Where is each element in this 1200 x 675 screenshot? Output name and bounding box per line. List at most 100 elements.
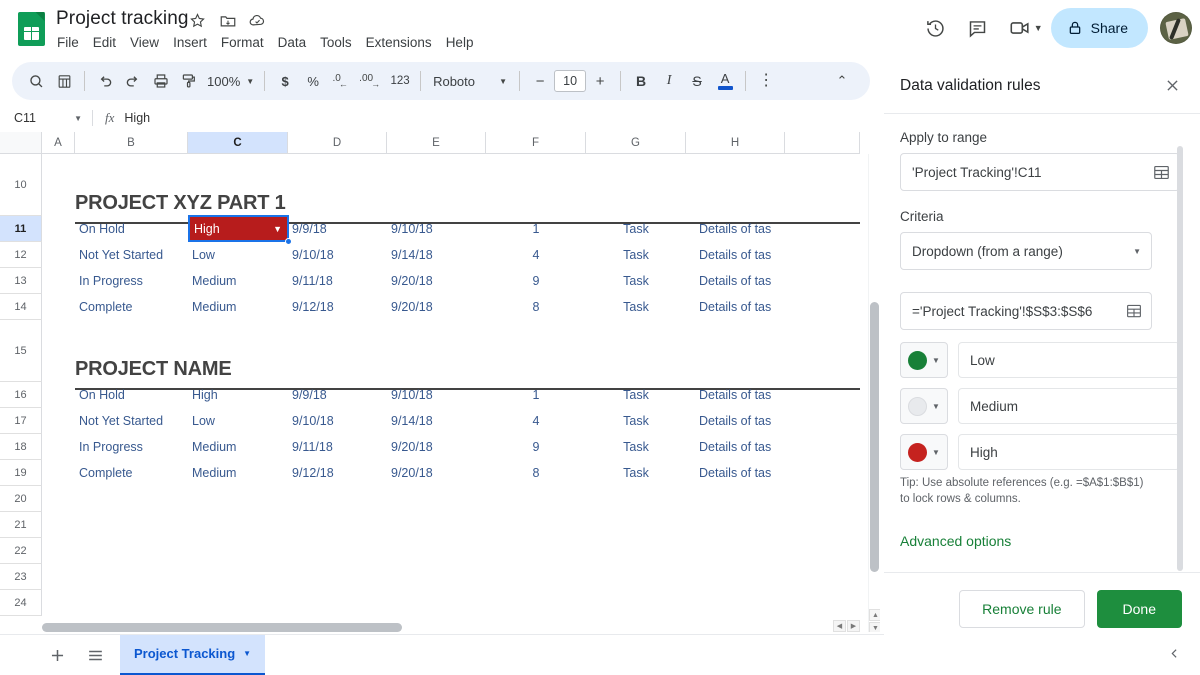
row-header-21[interactable]: 21 <box>0 512 42 538</box>
row-header-24[interactable]: 24 <box>0 590 42 616</box>
option-value-input-low[interactable]: Low <box>958 342 1180 378</box>
print-icon[interactable] <box>147 67 175 95</box>
undo-icon[interactable] <box>91 67 119 95</box>
strikethrough-button[interactable]: S <box>683 67 711 95</box>
cell-e16[interactable]: 9/10/18 <box>387 382 486 408</box>
sheet-tab-project-tracking[interactable]: Project Tracking ▼ <box>120 634 266 675</box>
cloud-saved-icon[interactable] <box>248 11 267 30</box>
row-header-13[interactable]: 13 <box>0 268 42 294</box>
cell-f18[interactable]: 9 <box>486 434 586 460</box>
menu-data[interactable]: Data <box>271 32 314 53</box>
column-header-i[interactable] <box>785 132 860 154</box>
document-title[interactable]: Project tracking <box>52 6 193 32</box>
cell-c14[interactable]: Medium <box>188 294 288 320</box>
cell-c16[interactable]: High <box>188 382 288 408</box>
table-row[interactable]: On Hold 9/9/18 9/10/18 1 Task Details of… <box>42 216 860 242</box>
column-header-d[interactable]: D <box>288 132 387 154</box>
cell-e11[interactable]: 9/10/18 <box>387 216 486 242</box>
cell-f17[interactable]: 4 <box>486 408 586 434</box>
row-header-23[interactable]: 23 <box>0 564 42 590</box>
select-data-range-icon[interactable] <box>1152 163 1171 182</box>
comment-icon[interactable] <box>958 8 998 48</box>
row-header-10[interactable]: 10 <box>0 154 42 216</box>
row-header-14[interactable]: 14 <box>0 294 42 320</box>
cell-e13[interactable]: 9/20/18 <box>387 268 486 294</box>
font-size-input[interactable]: 10 <box>554 70 587 92</box>
column-header-g[interactable]: G <box>586 132 686 154</box>
cell-d16[interactable]: 9/9/18 <box>288 382 387 408</box>
currency-format-button[interactable]: $ <box>271 67 299 95</box>
scroll-down-arrow[interactable]: ▼ <box>869 622 880 632</box>
column-header-a[interactable]: A <box>42 132 75 154</box>
cell-g18[interactable]: Task <box>586 434 686 460</box>
cell-d19[interactable]: 9/12/18 <box>288 460 387 486</box>
cell-b11[interactable]: On Hold <box>75 216 188 242</box>
paint-format-icon[interactable] <box>175 67 203 95</box>
menu-view[interactable]: View <box>123 32 166 53</box>
menu-insert[interactable]: Insert <box>166 32 214 53</box>
cell-h17[interactable]: Details of tas <box>686 408 785 434</box>
cell-f11[interactable]: 1 <box>486 216 586 242</box>
italic-button[interactable]: I <box>655 67 683 95</box>
cell-c19[interactable]: Medium <box>188 460 288 486</box>
meet-chevron-down-icon[interactable]: ▼ <box>1034 23 1043 33</box>
row-header-22[interactable]: 22 <box>0 538 42 564</box>
cell-d18[interactable]: 9/11/18 <box>288 434 387 460</box>
cell-g11[interactable]: Task <box>586 216 686 242</box>
cell-d12[interactable]: 9/10/18 <box>288 242 387 268</box>
section-title-1[interactable]: PROJECT XYZ PART 1 <box>75 192 286 215</box>
column-header-b[interactable]: B <box>75 132 188 154</box>
cell-b16[interactable]: On Hold <box>75 382 188 408</box>
more-options-icon[interactable]: ⋮ <box>752 67 780 95</box>
table-row[interactable]: In Progress Medium 9/11/18 9/20/18 9 Tas… <box>42 434 860 460</box>
selected-cell-c11[interactable]: High ▼ <box>188 215 289 242</box>
option-value-input-medium[interactable]: Medium <box>958 388 1180 424</box>
done-button[interactable]: Done <box>1096 589 1182 628</box>
search-icon[interactable] <box>22 67 50 95</box>
column-header-c[interactable]: C <box>188 132 288 154</box>
cell-g16[interactable]: Task <box>586 382 686 408</box>
collapse-toolbar-icon[interactable]: ⌃ <box>828 67 856 95</box>
apply-to-range-input[interactable]: 'Project Tracking'!C11 <box>900 153 1180 191</box>
table-row[interactable]: On Hold High 9/9/18 9/10/18 1 Task Detai… <box>42 382 860 408</box>
row-header-15[interactable]: 15 <box>0 320 42 382</box>
scroll-up-arrow[interactable]: ▲ <box>869 609 880 621</box>
all-sheets-list-icon[interactable] <box>78 638 112 672</box>
column-header-f[interactable]: F <box>486 132 586 154</box>
row-header-17[interactable]: 17 <box>0 408 42 434</box>
cell-e17[interactable]: 9/14/18 <box>387 408 486 434</box>
criteria-select[interactable]: Dropdown (from a range) ▼ <box>900 232 1152 270</box>
table-row[interactable]: In Progress Medium 9/11/18 9/20/18 9 Tas… <box>42 268 860 294</box>
cell-h12[interactable]: Details of tas <box>686 242 785 268</box>
font-family-selector[interactable]: Roboto ▼ <box>427 71 513 92</box>
share-button[interactable]: Share <box>1050 8 1148 48</box>
menu-edit[interactable]: Edit <box>86 32 123 53</box>
chevron-down-icon[interactable]: ▼ <box>243 649 251 658</box>
redo-icon[interactable] <box>119 67 147 95</box>
cell-g13[interactable]: Task <box>586 268 686 294</box>
cell-e12[interactable]: 9/14/18 <box>387 242 486 268</box>
collapse-panel-icon[interactable] <box>1162 641 1186 665</box>
cell-b17[interactable]: Not Yet Started <box>75 408 188 434</box>
cell-f14[interactable]: 8 <box>486 294 586 320</box>
bold-button[interactable]: B <box>627 67 655 95</box>
column-header-h[interactable]: H <box>686 132 785 154</box>
cell-h19[interactable]: Details of tas <box>686 460 785 486</box>
row-header-12[interactable]: 12 <box>0 242 42 268</box>
name-box[interactable]: C11 ▼ <box>0 111 92 125</box>
option-color-picker-high[interactable]: ▼ <box>900 434 948 470</box>
option-color-picker-low[interactable]: ▼ <box>900 342 948 378</box>
cell-f13[interactable]: 9 <box>486 268 586 294</box>
table-row[interactable]: Complete Medium 9/12/18 9/20/18 8 Task D… <box>42 460 860 486</box>
version-history-icon[interactable] <box>916 8 956 48</box>
scroll-right-arrow[interactable]: ▶ <box>847 620 860 632</box>
formula-input[interactable]: High <box>124 111 150 125</box>
cell-c18[interactable]: Medium <box>188 434 288 460</box>
menu-tools[interactable]: Tools <box>313 32 359 53</box>
all-sheets-icon[interactable] <box>50 67 78 95</box>
cell-c12[interactable]: Low <box>188 242 288 268</box>
row-header-11[interactable]: 11 <box>0 216 42 242</box>
option-value-input-high[interactable]: High <box>958 434 1180 470</box>
cell-c17[interactable]: Low <box>188 408 288 434</box>
decrease-font-size-button[interactable]: − <box>526 67 554 95</box>
